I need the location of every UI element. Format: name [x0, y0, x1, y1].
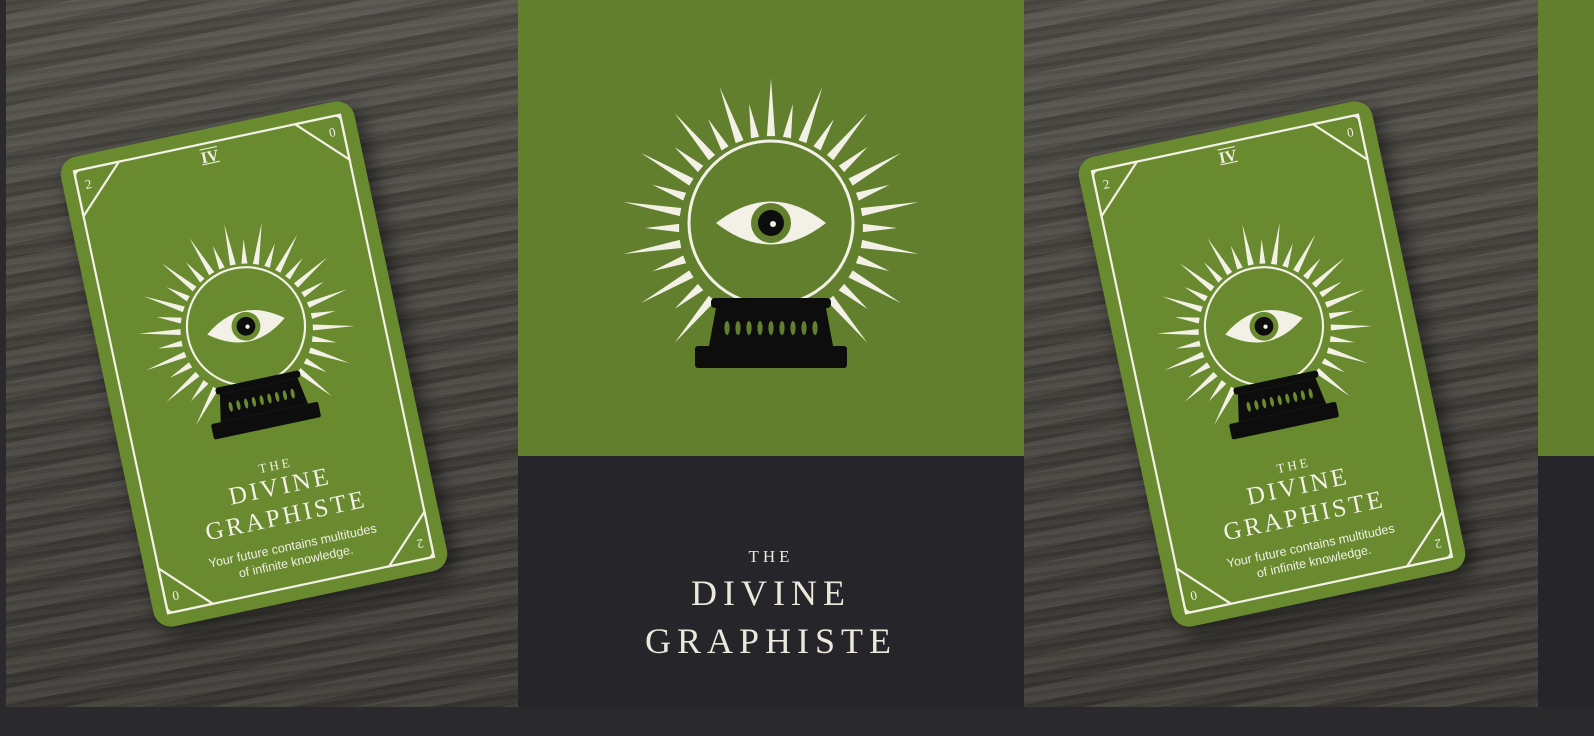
crystal-ball-stand: [695, 298, 847, 368]
poster-green-area-edge: [1538, 0, 1594, 456]
photo-panel-right: IV 2 0 0 2 THE DIVINE GRAPHISTE Your fut…: [1024, 0, 1538, 707]
poster-dark-area-edge: [1538, 456, 1594, 707]
crystal-ball-eye-illustration: [623, 78, 919, 368]
poster-title-graphiste: GRAPHISTE: [644, 621, 898, 661]
crystal-ball-stand: [211, 370, 321, 440]
poster-panel-edge: [1538, 0, 1594, 707]
crystal-ball-stand: [1229, 370, 1339, 440]
poster-title-the: THE: [748, 547, 794, 566]
eye-highlight: [770, 221, 776, 227]
tarot-card-repeat: IV 2 0 0 2 THE DIVINE GRAPHISTE Your fut…: [1075, 98, 1469, 630]
photo-panel-left: IV 2 0 0 2 THE DIVINE GRAPHISTE Your fut…: [6, 0, 518, 707]
poster-title-divine: DIVINE: [691, 573, 851, 613]
tarot-card: IV 2 0 0 2 THE DIVINE GRAPHISTE Your fut…: [57, 98, 451, 630]
poster-panel: THE DIVINE GRAPHISTE: [518, 0, 1024, 707]
poster-green-area: [518, 0, 1024, 456]
